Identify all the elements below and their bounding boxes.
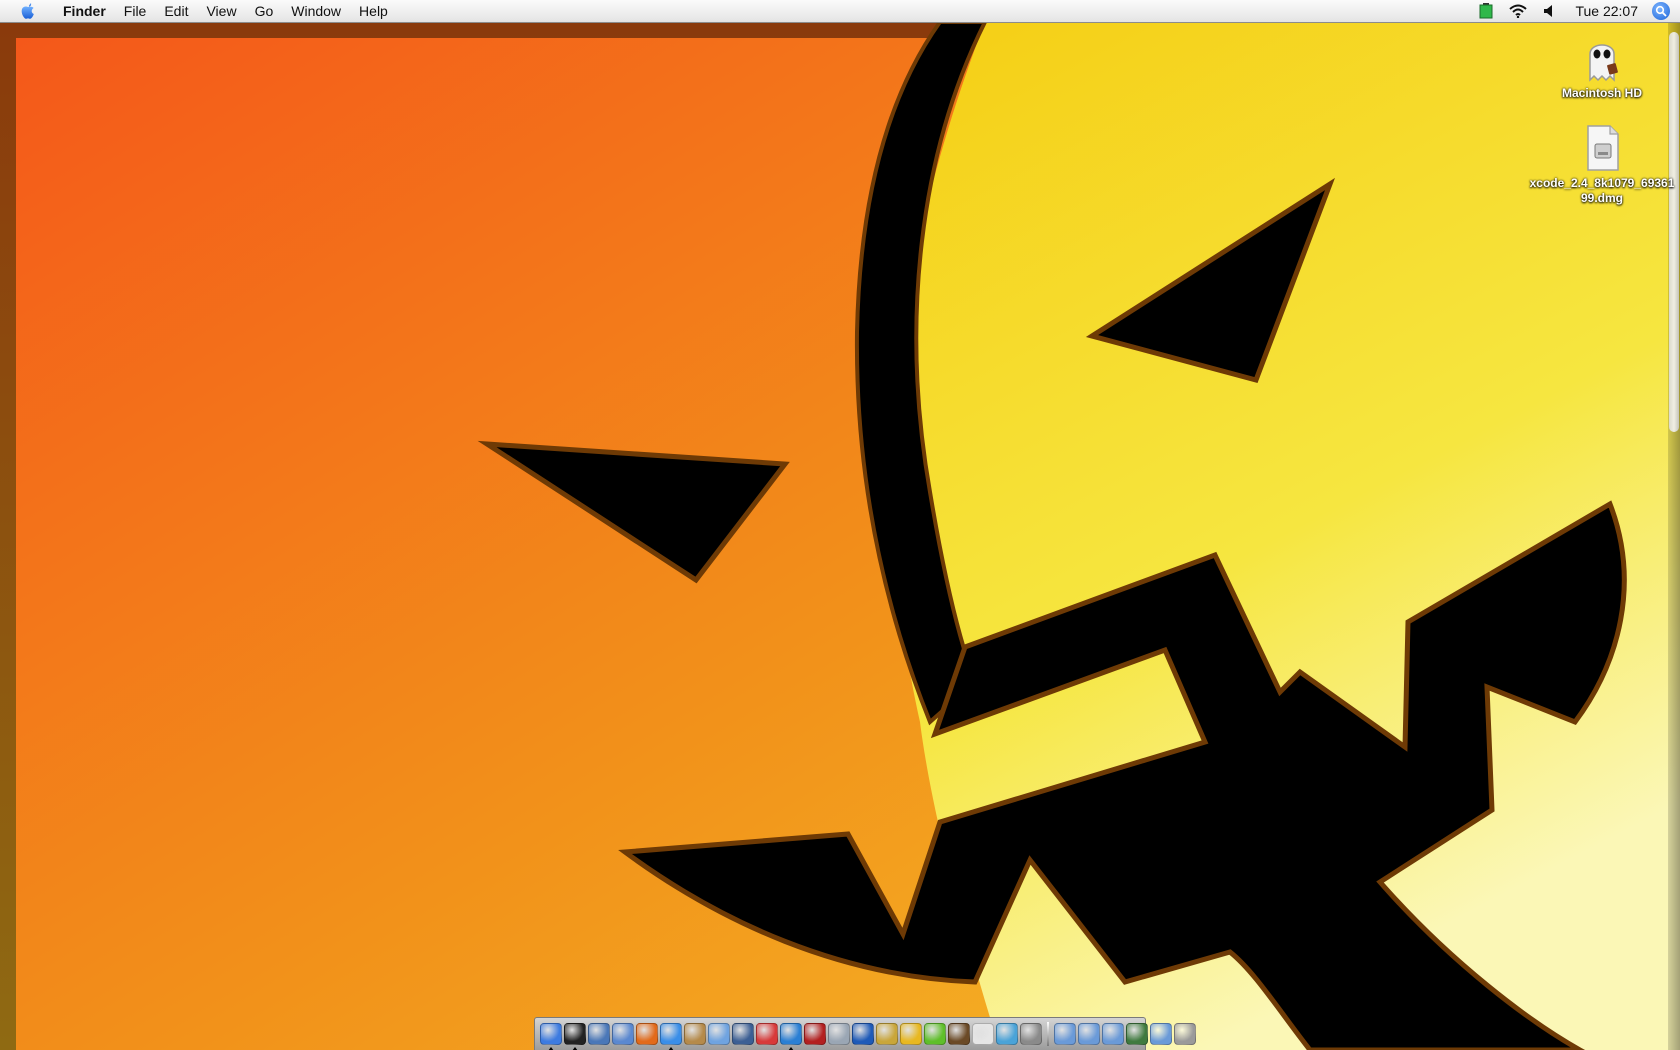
disk-image-icon [1576, 122, 1628, 174]
dashboard-icon[interactable] [564, 1023, 586, 1050]
desktop-wallpaper [0, 22, 1680, 1050]
desktop-icon-xcode-dmg[interactable]: xcode_2.4_8k1079_6936199.dmg [1527, 122, 1677, 206]
desktop-screen: Finder File Edit View Go Window Help Tue… [0, 0, 1680, 1050]
menu-help[interactable]: Help [350, 0, 397, 22]
dock-apps [539, 1023, 1043, 1050]
desktop-icon-label: xcode_2.4_8k1079_6936199.dmg [1529, 176, 1675, 205]
calculator-icon[interactable] [1020, 1023, 1042, 1045]
preview-icon[interactable] [588, 1023, 610, 1045]
address-book-icon[interactable] [684, 1023, 706, 1045]
ghost-drive-icon [1576, 32, 1628, 84]
itunes-icon[interactable] [708, 1023, 730, 1045]
menu-file[interactable]: File [115, 0, 156, 22]
menu-bar-left: Finder File Edit View Go Window Help [0, 0, 397, 22]
menu-app-name[interactable]: Finder [54, 0, 115, 22]
volume-icon[interactable] [1535, 0, 1563, 22]
apple-icon[interactable] [16, 0, 40, 22]
firefox-icon[interactable] [636, 1023, 658, 1045]
aim-icon[interactable] [900, 1023, 922, 1045]
spotlight-icon[interactable] [1652, 2, 1670, 20]
dock [534, 1017, 1196, 1050]
chess-icon[interactable] [948, 1023, 970, 1045]
iphoto-icon[interactable] [732, 1023, 754, 1045]
textedit-icon[interactable] [972, 1023, 994, 1045]
user-icon[interactable] [876, 1023, 898, 1045]
menu-clock[interactable]: Tue 22:07 [1563, 0, 1652, 22]
battery-icon[interactable] [1471, 0, 1501, 22]
network-utility-icon[interactable] [996, 1023, 1018, 1045]
menu-view[interactable]: View [197, 0, 245, 22]
dock-stacks [1053, 1023, 1197, 1045]
menu-go[interactable]: Go [246, 0, 283, 22]
dock-separator [1047, 1022, 1049, 1046]
desktop-icon-macintosh-hd[interactable]: Macintosh HD [1527, 32, 1677, 101]
network-icon[interactable] [612, 1023, 634, 1045]
trash-icon[interactable] [1174, 1023, 1196, 1045]
menu-bar-right: Tue 22:07 [1471, 0, 1680, 22]
menu-edit[interactable]: Edit [155, 0, 197, 22]
desktop-icon-label: Macintosh HD [1561, 86, 1642, 100]
wifi-icon[interactable] [1501, 0, 1535, 22]
word-icon[interactable] [852, 1023, 874, 1045]
desktop-folder-icon[interactable] [1126, 1023, 1148, 1045]
safari-icon[interactable] [660, 1023, 682, 1050]
world-icon[interactable] [780, 1023, 802, 1050]
mail-icon[interactable] [828, 1023, 850, 1045]
finder-icon[interactable] [540, 1023, 562, 1050]
ical-icon[interactable] [756, 1023, 778, 1045]
book-icon[interactable] [804, 1023, 826, 1045]
menu-bar: Finder File Edit View Go Window Help Tue… [0, 0, 1680, 23]
downloads-folder-icon[interactable] [1078, 1023, 1100, 1045]
menu-window[interactable]: Window [282, 0, 350, 22]
folder-icon[interactable] [1150, 1023, 1172, 1045]
limewire-icon[interactable] [924, 1023, 946, 1045]
applications-folder-icon[interactable] [1054, 1023, 1076, 1045]
documents-folder-icon[interactable] [1102, 1023, 1124, 1045]
